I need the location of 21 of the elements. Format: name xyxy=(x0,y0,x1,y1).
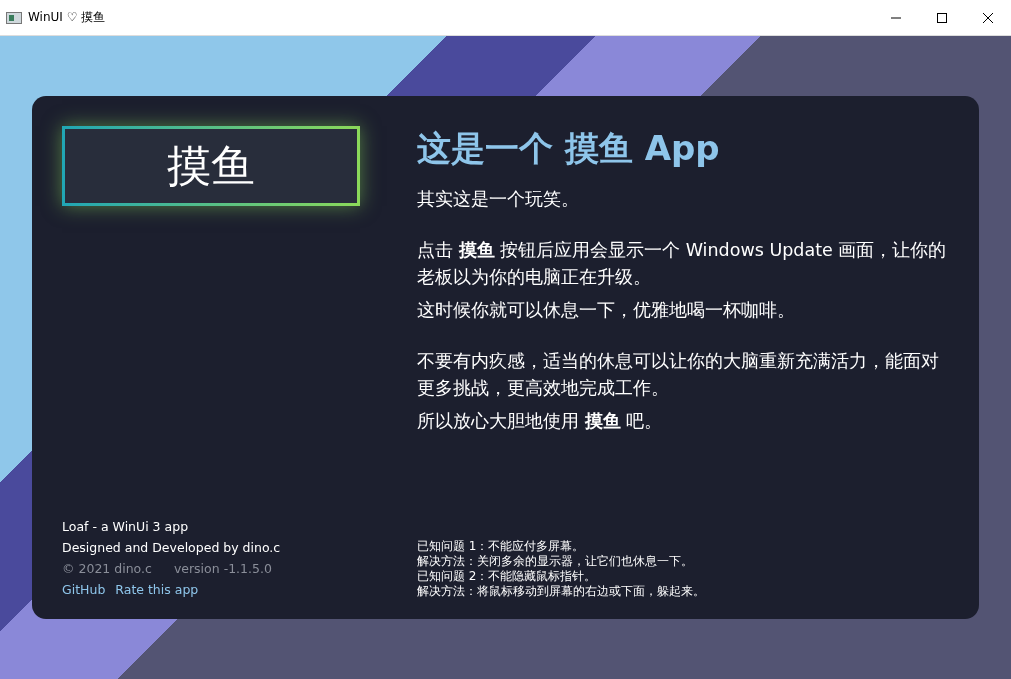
copyright-text: © 2021 dino.c xyxy=(62,561,152,576)
window-title: WinUI ♡ 摸鱼 xyxy=(28,9,107,26)
loaf-button[interactable]: 摸鱼 xyxy=(62,126,360,206)
heading: 这是一个 摸鱼 App xyxy=(417,127,721,170)
link[interactable]: Rate this app xyxy=(115,582,199,597)
known-issue-text: 解决方法：关闭多余的显示器，让它们也休息一下。 xyxy=(417,554,694,569)
paragraph: 所以放心大胆地使用 摸鱼 吧。 xyxy=(417,410,664,433)
close-icon xyxy=(983,12,993,23)
link[interactable]: GitHub xyxy=(62,582,106,597)
credit-text: Designed and Developed by dino.c xyxy=(62,540,282,555)
paragraph: 点击 摸鱼 按钮后应用会显示一个 Windows Update 画面，让你的老板以为你的电脑正在升级。 xyxy=(417,239,948,289)
app-icon xyxy=(6,11,22,24)
paragraph: 不要有内疚感，适当的休息可以让你的大脑重新充满活力，能面对更多挑战，更高效地完成工作。 xyxy=(417,350,940,400)
app-name: Loaf - a WinUi 3 app xyxy=(62,519,190,534)
known-issue-text: 已知问题 1：不能应付多屏幕。 xyxy=(417,539,586,554)
version-text: version -1.1.5.0 xyxy=(173,561,272,576)
paragraph: 这时候你就可以休息一下，优雅地喝一杯咖啡。 xyxy=(417,299,796,322)
known-issue-text: 已知问题 2：不能隐藏鼠标指针。 xyxy=(417,569,598,584)
known-issue-text: 解决方法：将鼠标移动到屏幕的右边或下面，躲起来。 xyxy=(417,584,706,599)
paragraph: 其实这是一个玩笑。 xyxy=(417,188,580,211)
maximize-icon xyxy=(937,12,947,23)
